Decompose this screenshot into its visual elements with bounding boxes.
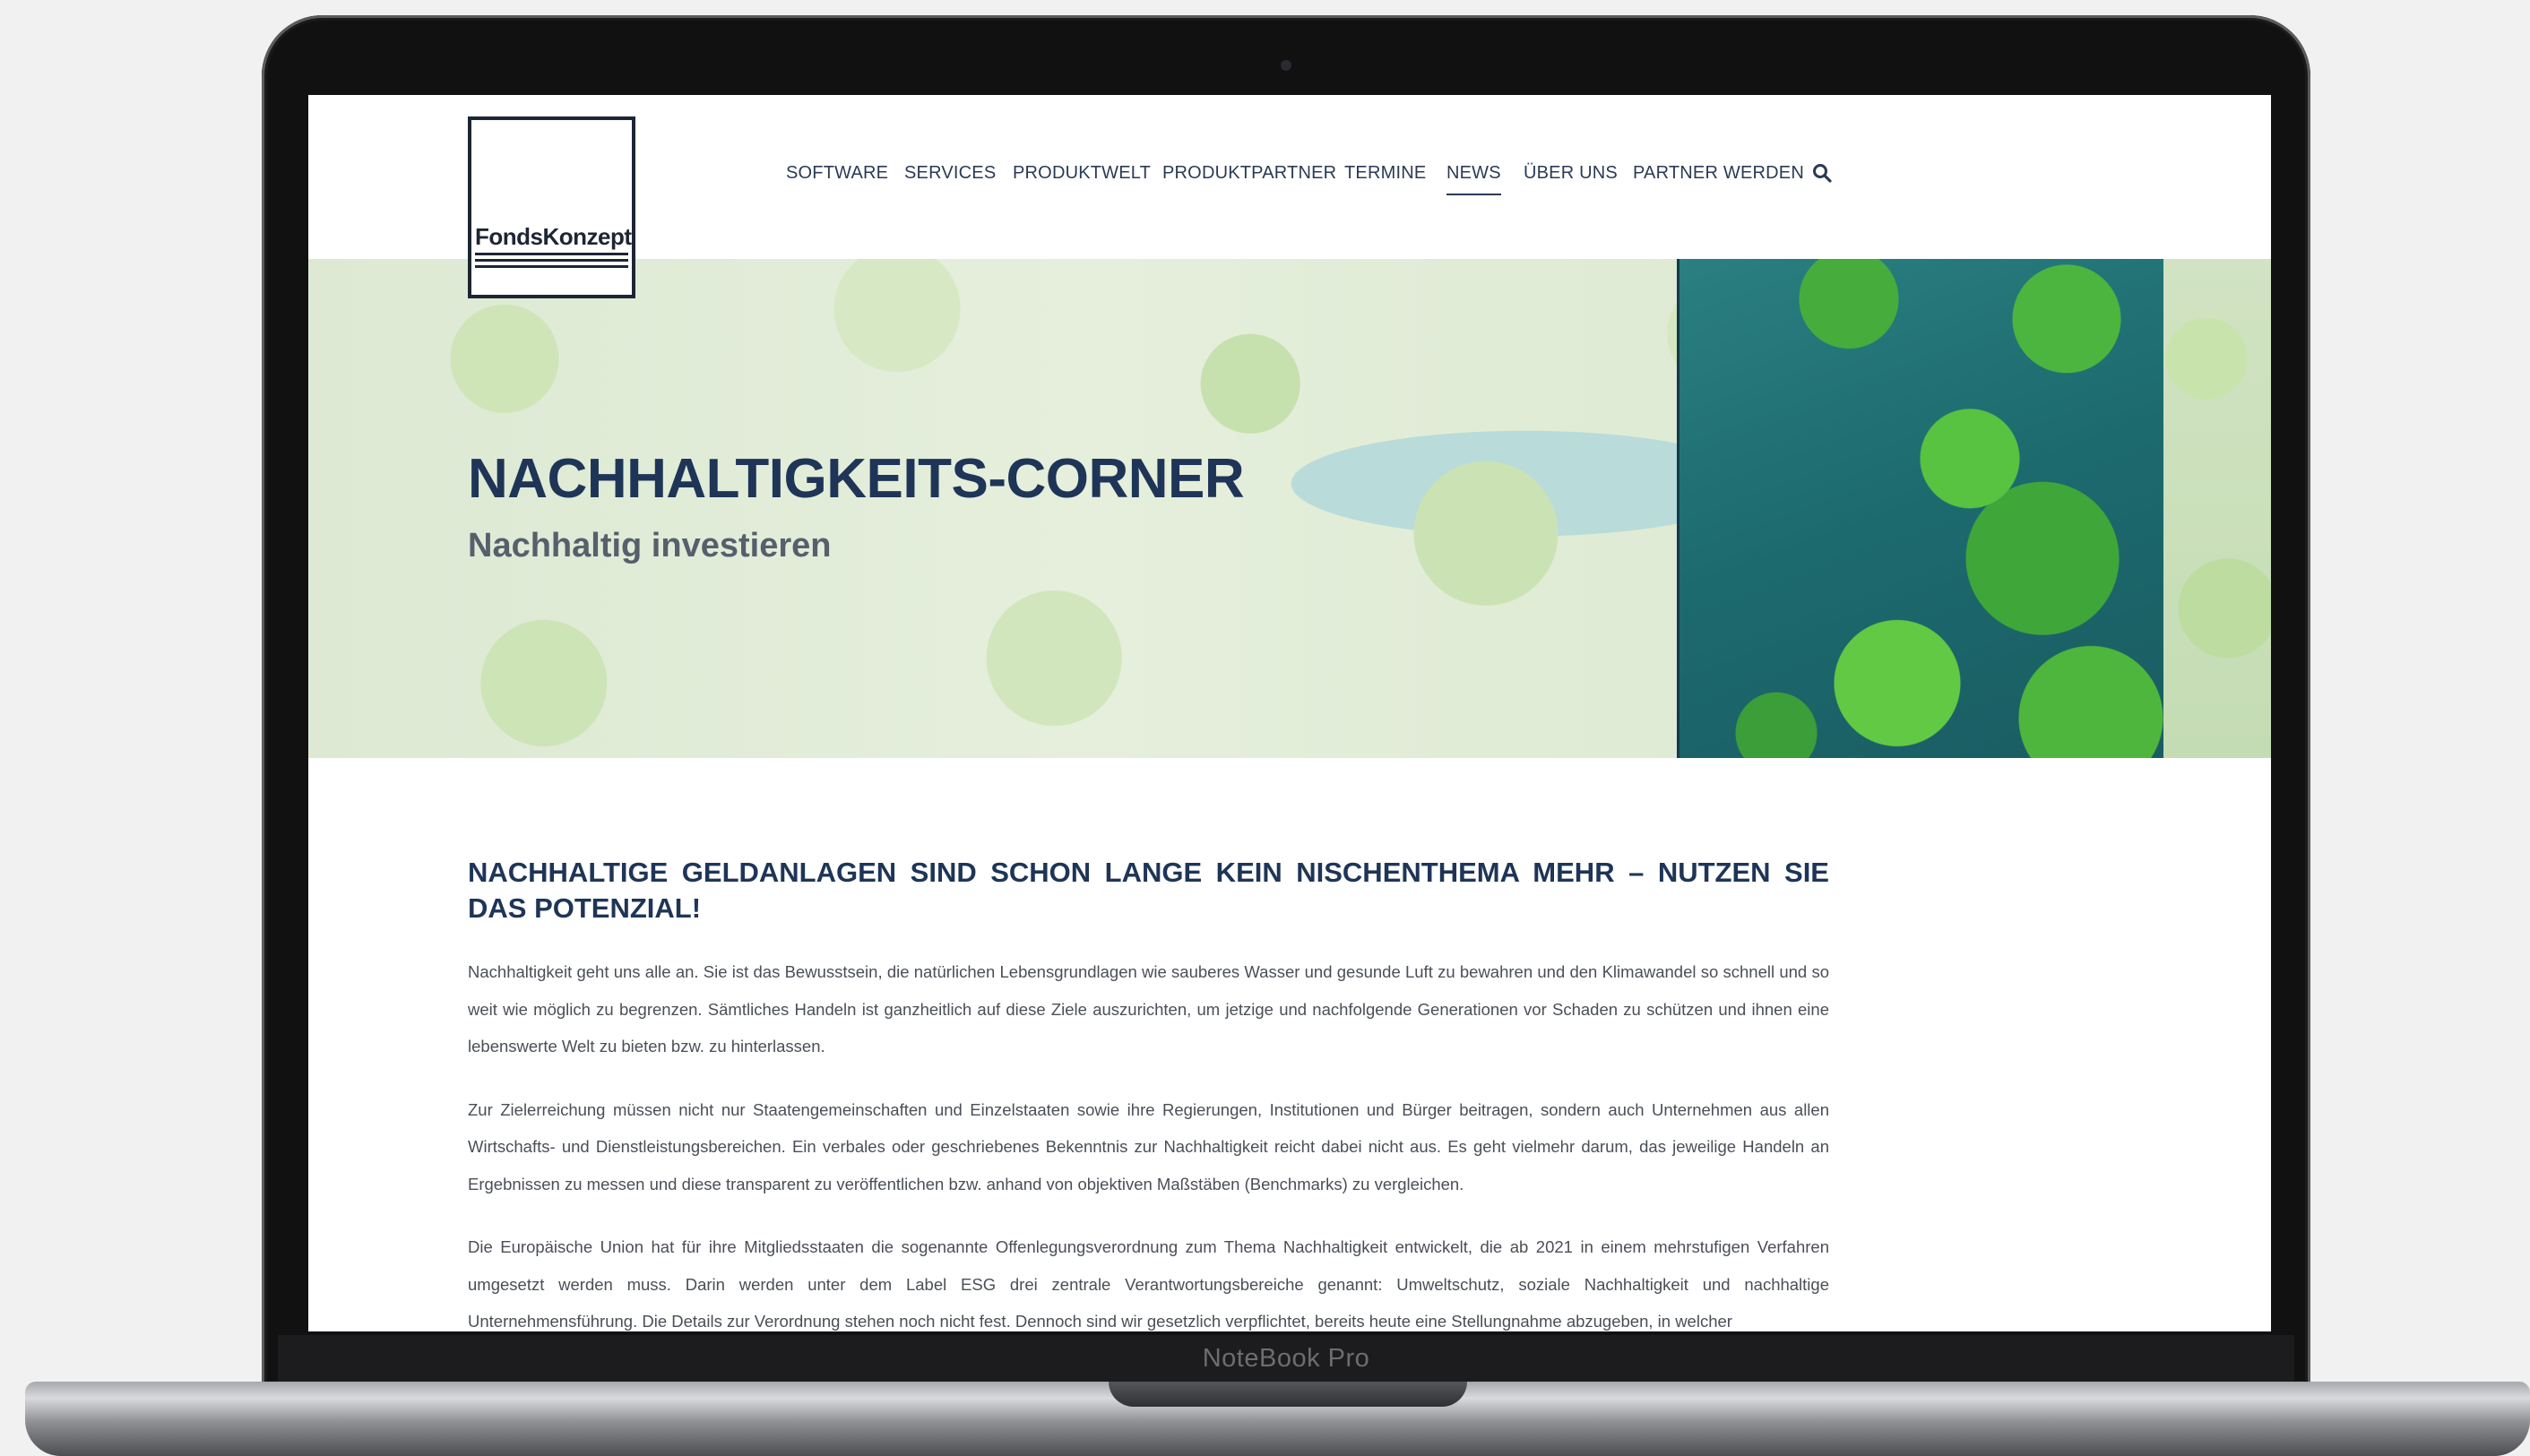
device-label: NoteBook Pro bbox=[1202, 1344, 1370, 1373]
site-logo[interactable]: FondsKonzept bbox=[468, 116, 635, 298]
article-headline: NACHHALTIGE GELDANLAGEN SIND SCHON LANGE… bbox=[468, 857, 1829, 924]
nav-item-ueber-uns[interactable]: ÜBER UNS bbox=[1524, 163, 1618, 184]
hero-image-panel bbox=[1677, 259, 2166, 758]
nav-item-produktpartner[interactable]: PRODUKTPARTNER bbox=[1162, 163, 1336, 184]
hero-image-edge bbox=[2163, 259, 2271, 758]
nav-item-services[interactable]: SERVICES bbox=[904, 163, 996, 184]
logo-underline bbox=[475, 265, 628, 268]
hero-banner: NACHHALTIGKEITS-CORNER Nachhaltig invest… bbox=[308, 259, 2271, 758]
nav-item-produktwelt[interactable]: PRODUKTWELT bbox=[1013, 163, 1151, 184]
hero-title: NACHHALTIGKEITS-CORNER bbox=[468, 448, 1245, 510]
nav-item-termine[interactable]: TERMINE bbox=[1344, 163, 1426, 184]
camera-icon bbox=[1281, 60, 1291, 71]
article-content: NACHHALTIGE GELDANLAGEN SIND SCHON LANGE… bbox=[468, 855, 1829, 1331]
nav-item-partner-werden[interactable]: PARTNER WERDEN bbox=[1633, 163, 1804, 184]
logo-underline bbox=[475, 259, 628, 262]
hero-subtitle: Nachhaltig investieren bbox=[468, 527, 832, 564]
article-paragraph: Zur Zielerreichung müssen nicht nur Staa… bbox=[468, 1099, 1829, 1193]
search-icon[interactable] bbox=[1811, 162, 1833, 184]
article-paragraph: Die Europäische Union hat für ihre Mitgl… bbox=[468, 1237, 1829, 1331]
nav-item-news[interactable]: NEWS bbox=[1446, 163, 1501, 195]
laptop-notch bbox=[1109, 1382, 1467, 1407]
browser-screen: FondsKonzept SOFTWARE SERVICES PRODUKTWE… bbox=[308, 95, 2271, 1331]
logo-text: FondsKonzept bbox=[475, 223, 632, 250]
nav-item-software[interactable]: SOFTWARE bbox=[786, 163, 888, 184]
logo-underline bbox=[475, 253, 628, 255]
article-paragraph: Nachhaltigkeit geht uns alle an. Sie ist… bbox=[468, 962, 1829, 1055]
